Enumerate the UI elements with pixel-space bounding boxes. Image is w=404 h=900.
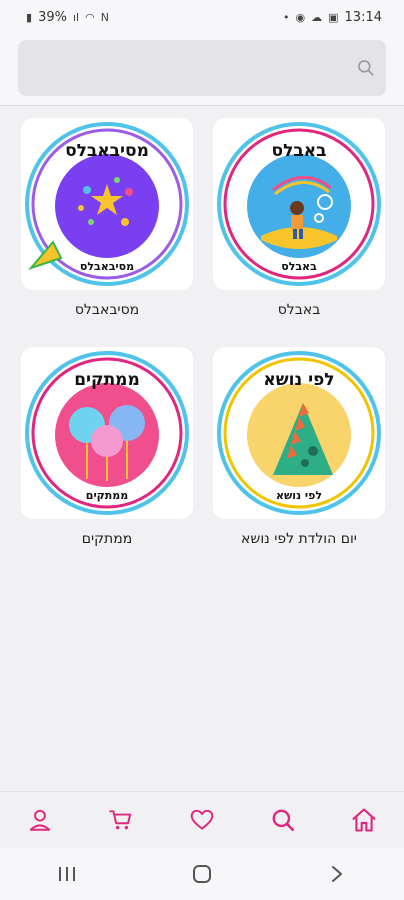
category-card[interactable]: ממתקים ממתקים [21,347,193,519]
badge-subtitle: לפי נושא [276,489,322,502]
search-icon [272,809,294,832]
category-label: מסיבאבלס [74,302,140,318]
dot-icon: • [283,10,290,24]
nav-favorites-button[interactable] [182,800,222,840]
search-input[interactable] [18,40,386,96]
category-card[interactable]: מסיבאבלס מסיבאבלס [21,118,193,290]
badge-subtitle: מסיבאבלס [80,260,134,273]
themed-birthday-badge-image: לפי נושא לפי נושא [217,351,381,515]
badge-title: באבלס [272,141,327,161]
recent-apps-button[interactable] [47,856,87,892]
recent-apps-icon [59,867,76,881]
badge-subtitle: ממתקים [86,489,128,502]
cart-icon [109,810,132,830]
battery-icon: ▮ [26,10,33,24]
category-label: ממתקים [81,531,133,547]
heart-icon [190,809,214,830]
clock: 13:14 [344,9,382,25]
signal-icon: ıl [72,10,80,24]
battery-level: 39% [38,9,67,25]
nav-home-button[interactable] [344,800,384,840]
bubbles-badge-image: באבלס באבלס [217,122,381,286]
party-bubbles-badge-image: מסיבאבלס מסיבאבלס [25,122,189,286]
category-tile-bubbles[interactable]: באבלס באבלס באבלס [213,118,385,318]
back-button[interactable] [317,856,357,892]
category-tile-sweets[interactable]: ממתקים ממתקים ממתקים [21,347,193,547]
search-icon[interactable] [356,58,376,78]
category-tile-themed-birthday[interactable]: לפי נושא לפי נושא יום הולדת לפי נושא [213,347,385,547]
nav-search-button[interactable] [263,800,303,840]
sweets-badge-image: ממתקים ממתקים [25,351,189,515]
category-card[interactable]: באבלס באבלס [213,118,385,290]
wifi-icon: ◠ [85,10,95,24]
home-system-button[interactable] [182,856,222,892]
home-square-icon [192,865,211,883]
nav-profile-button[interactable] [20,800,60,840]
user-icon [30,809,51,831]
badge-title: לפי נושא [263,370,334,390]
chevron-right-icon [331,866,342,882]
home-icon [352,808,376,832]
category-card[interactable]: לפי נושא לפי נושא [213,347,385,519]
status-bar: ▮ 39% ıl ◠ N • ◉ ☁ ▣ 13:14 [0,0,404,34]
gallery-icon: ▣ [328,10,339,24]
category-label: באבלס [277,302,321,318]
badge-title: מסיבאבלס [65,141,149,161]
notification-icon: ◉ [295,10,306,24]
status-left: ▮ 39% ıl ◠ N [26,10,109,25]
badge-title: ממתקים [74,370,140,390]
nfc-icon: N [100,10,109,24]
status-right: • ◉ ☁ ▣ 13:14 [283,10,382,25]
badge-subtitle: באבלס [281,260,317,273]
system-nav-bar [0,848,404,900]
nav-cart-button[interactable] [101,800,141,840]
category-tile-party-bubbles[interactable]: מסיבאבלס מסיבאבלס מסיבאבלס [21,118,193,318]
cloud-icon: ☁ [311,10,323,24]
category-label: יום הולדת לפי נושא [241,531,357,547]
search-bar [0,34,404,106]
search-box[interactable] [18,40,386,96]
bottom-nav [0,791,404,848]
